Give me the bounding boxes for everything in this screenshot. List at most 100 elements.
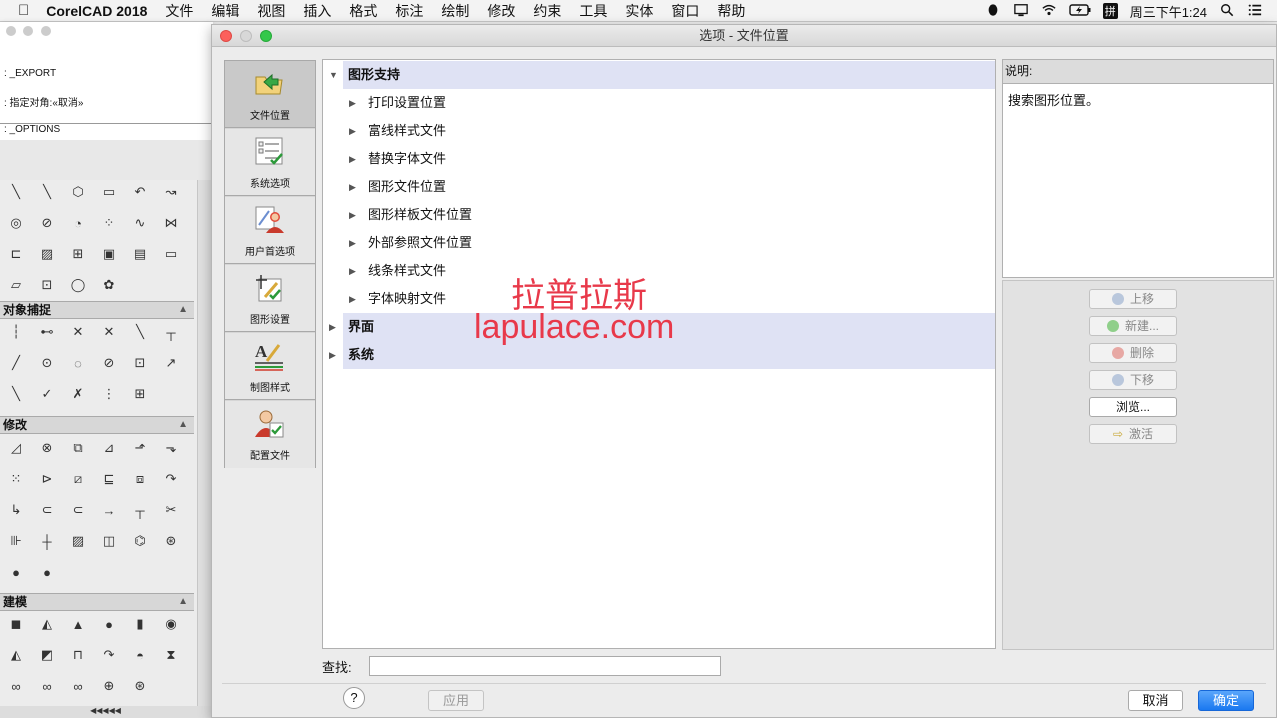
modify-tool-icon[interactable]: ✂	[161, 500, 181, 520]
snap-tool-icon[interactable]: ╲	[130, 322, 150, 342]
draw-tool-icon[interactable]: ⬡	[68, 182, 88, 202]
modify-tool-icon[interactable]: ◿	[6, 438, 26, 458]
move-down-button[interactable]: 下移	[1089, 370, 1177, 390]
disclosure-collapsed-icon[interactable]: ▶	[349, 117, 356, 145]
modify-tool-icon[interactable]: →	[99, 500, 119, 520]
modeling-tool-icon[interactable]: ∞	[37, 676, 57, 696]
display-icon[interactable]	[1013, 3, 1029, 20]
menu-solids[interactable]: 实体	[625, 1, 653, 21]
section-header-snap[interactable]: 对象捕捉 ▲	[0, 301, 194, 319]
modify-tool-icon[interactable]: ⬎	[161, 438, 181, 458]
nav-file-locations[interactable]: 文件位置	[225, 61, 315, 128]
modify-tool-icon[interactable]: ⁙	[6, 469, 26, 489]
disclosure-collapsed-icon[interactable]: ▶	[329, 313, 336, 341]
draw-tool-icon[interactable]: ⋈	[161, 213, 181, 233]
close-button[interactable]	[220, 30, 232, 42]
modeling-tool-icon[interactable]: ▮	[130, 614, 150, 634]
tree-item-row[interactable]: ▶ 外部参照文件位置	[323, 229, 995, 257]
modeling-tool-icon[interactable]: ◼	[6, 614, 26, 634]
draw-tool-icon[interactable]: ↝	[161, 182, 181, 202]
nav-user-preferences[interactable]: 用户首选项	[225, 197, 315, 264]
menu-dimension[interactable]: 标注	[395, 1, 423, 21]
menu-edit[interactable]: 编辑	[211, 1, 239, 21]
modeling-tool-icon[interactable]: ◭	[37, 614, 57, 634]
modeling-tool-icon[interactable]: ⧗	[161, 645, 181, 665]
modify-tool-icon[interactable]: ⧄	[68, 469, 88, 489]
modeling-tool-icon[interactable]: ∞	[6, 676, 26, 696]
palette-resize-handle[interactable]: ◀◀◀◀◀	[0, 706, 211, 718]
modify-tool-icon[interactable]: ●	[37, 562, 57, 582]
disclosure-collapsed-icon[interactable]: ▶	[349, 201, 356, 229]
menu-file[interactable]: 文件	[165, 1, 193, 21]
tree-item-row[interactable]: ▶ 打印设置位置	[323, 89, 995, 117]
menu-modify[interactable]: 修改	[487, 1, 515, 21]
disclosure-collapsed-icon[interactable]: ▶	[349, 285, 356, 313]
modify-tool-icon[interactable]: ⊛	[161, 531, 181, 551]
snap-tool-icon[interactable]: ◌	[68, 353, 88, 373]
draw-tool-icon[interactable]: ▭	[99, 182, 119, 202]
disclosure-collapsed-icon[interactable]: ▶	[349, 257, 356, 285]
modeling-tool-icon[interactable]: ●	[99, 614, 119, 634]
modeling-tool-icon[interactable]: ◭	[6, 645, 26, 665]
modify-tool-icon[interactable]: ↷	[161, 469, 181, 489]
snap-tool-icon[interactable]: ╱	[6, 353, 26, 373]
modify-tool-icon[interactable]: ↳	[6, 500, 26, 520]
modeling-tool-icon[interactable]: ∞	[68, 676, 88, 696]
draw-tool-icon[interactable]: ▨	[37, 244, 57, 264]
modeling-tool-icon[interactable]: ↷	[99, 645, 119, 665]
modify-tool-icon[interactable]: ▨	[68, 531, 88, 551]
modeling-tool-icon[interactable]: ⊓	[68, 645, 88, 665]
disclosure-collapsed-icon[interactable]: ▶	[349, 89, 356, 117]
draw-tool-icon[interactable]: ▭	[161, 244, 181, 264]
menu-insert[interactable]: 插入	[303, 1, 331, 21]
draw-tool-icon[interactable]: ▤	[130, 244, 150, 264]
modeling-tool-icon[interactable]: ⊛	[130, 676, 150, 696]
clock[interactable]: 周三下午1:24	[1130, 2, 1207, 21]
input-method-icon[interactable]: 拼	[1102, 3, 1118, 19]
wifi-icon[interactable]	[1041, 3, 1057, 20]
disclosure-collapsed-icon[interactable]: ▶	[349, 145, 356, 173]
snap-tool-icon[interactable]: ⊷	[37, 322, 57, 342]
modify-tool-icon[interactable]: ┼	[37, 531, 57, 551]
disclosure-expanded-icon[interactable]: ▼	[329, 61, 338, 89]
find-input[interactable]	[369, 656, 721, 676]
draw-tool-icon[interactable]: ⊡	[37, 275, 57, 295]
collapse-icon[interactable]: ▲	[178, 417, 188, 433]
section-header-modify[interactable]: 修改 ▲	[0, 416, 194, 434]
tree-group-row[interactable]: ▼ 图形支持	[323, 61, 995, 89]
collapse-icon[interactable]: ▲	[178, 594, 188, 610]
nav-drawing-settings[interactable]: 图形设置	[225, 265, 315, 332]
snap-tool-icon[interactable]: ⋮	[99, 384, 119, 404]
nav-profiles[interactable]: 配置文件	[225, 401, 315, 468]
snap-tool-icon[interactable]: ⊘	[99, 353, 119, 373]
menu-window[interactable]: 窗口	[671, 1, 699, 21]
apply-button[interactable]: 应用	[428, 690, 484, 711]
draw-tool-icon[interactable]: ◯	[68, 275, 88, 295]
delete-button[interactable]: 删除	[1089, 343, 1177, 363]
notification-center-icon[interactable]	[1247, 3, 1263, 20]
modeling-tool-icon[interactable]: ◩	[37, 645, 57, 665]
draw-tool-icon[interactable]: ⊘	[37, 213, 57, 233]
snap-tool-icon[interactable]: ╲	[6, 384, 26, 404]
snap-tool-icon[interactable]: ✕	[99, 322, 119, 342]
move-up-button[interactable]: 上移	[1089, 289, 1177, 309]
draw-tool-icon[interactable]: ⊏	[6, 244, 26, 264]
apple-icon[interactable]: 	[18, 2, 29, 19]
draw-tool-icon[interactable]: ▱	[6, 275, 26, 295]
draw-tool-icon[interactable]: ╲	[6, 182, 26, 202]
modify-tool-icon[interactable]: ⊳	[37, 469, 57, 489]
draw-tool-icon[interactable]: ✿	[99, 275, 119, 295]
snap-tool-icon[interactable]: ✗	[68, 384, 88, 404]
command-line[interactable]: : _OPTIONS	[4, 124, 60, 135]
draw-tool-icon[interactable]: ◎	[6, 213, 26, 233]
modify-tool-icon[interactable]: ⊗	[37, 438, 57, 458]
cancel-button[interactable]: 取消	[1128, 690, 1183, 711]
draw-tool-icon[interactable]: ↶	[130, 182, 150, 202]
tree-item-row[interactable]: ▶ 图形样板文件位置	[323, 201, 995, 229]
modify-tool-icon[interactable]: ◫	[99, 531, 119, 551]
snap-tool-icon[interactable]: ↗	[161, 353, 181, 373]
snap-tool-icon[interactable]: ┆	[6, 322, 26, 342]
modify-tool-icon[interactable]: ⧉	[68, 438, 88, 458]
minimize-button[interactable]	[240, 30, 252, 42]
draw-tool-icon[interactable]: ∿	[130, 213, 150, 233]
